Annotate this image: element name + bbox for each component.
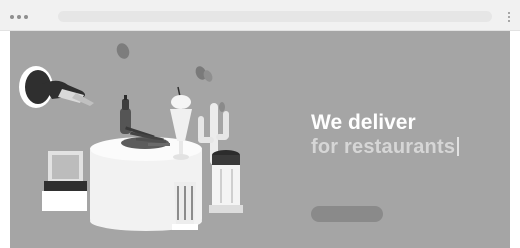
restaurant-illustration [19, 43, 243, 231]
browser-toolbar [0, 0, 520, 31]
napkin-holder-icon [42, 151, 87, 211]
salt-shaker-icon [209, 150, 243, 213]
cta-button[interactable] [311, 206, 383, 222]
headline-line-2: for restaurants [311, 135, 510, 159]
hand-icon [19, 66, 94, 108]
coin-icon [116, 43, 225, 112]
window-maximize-icon[interactable] [24, 15, 28, 19]
window-close-icon[interactable] [10, 15, 14, 19]
hero-section: We deliver for restaurants [10, 31, 510, 248]
window-minimize-icon[interactable] [17, 15, 21, 19]
headline-line-1: We deliver [311, 111, 416, 134]
browser-window: We deliver for restaurants [0, 0, 520, 248]
typing-cursor [457, 137, 460, 156]
hero-headline: We deliver for restaurants [311, 111, 510, 159]
kebab-menu-icon[interactable] [507, 10, 511, 23]
headline-line-2-text: for restaurants [311, 136, 456, 158]
address-bar[interactable] [58, 11, 492, 22]
